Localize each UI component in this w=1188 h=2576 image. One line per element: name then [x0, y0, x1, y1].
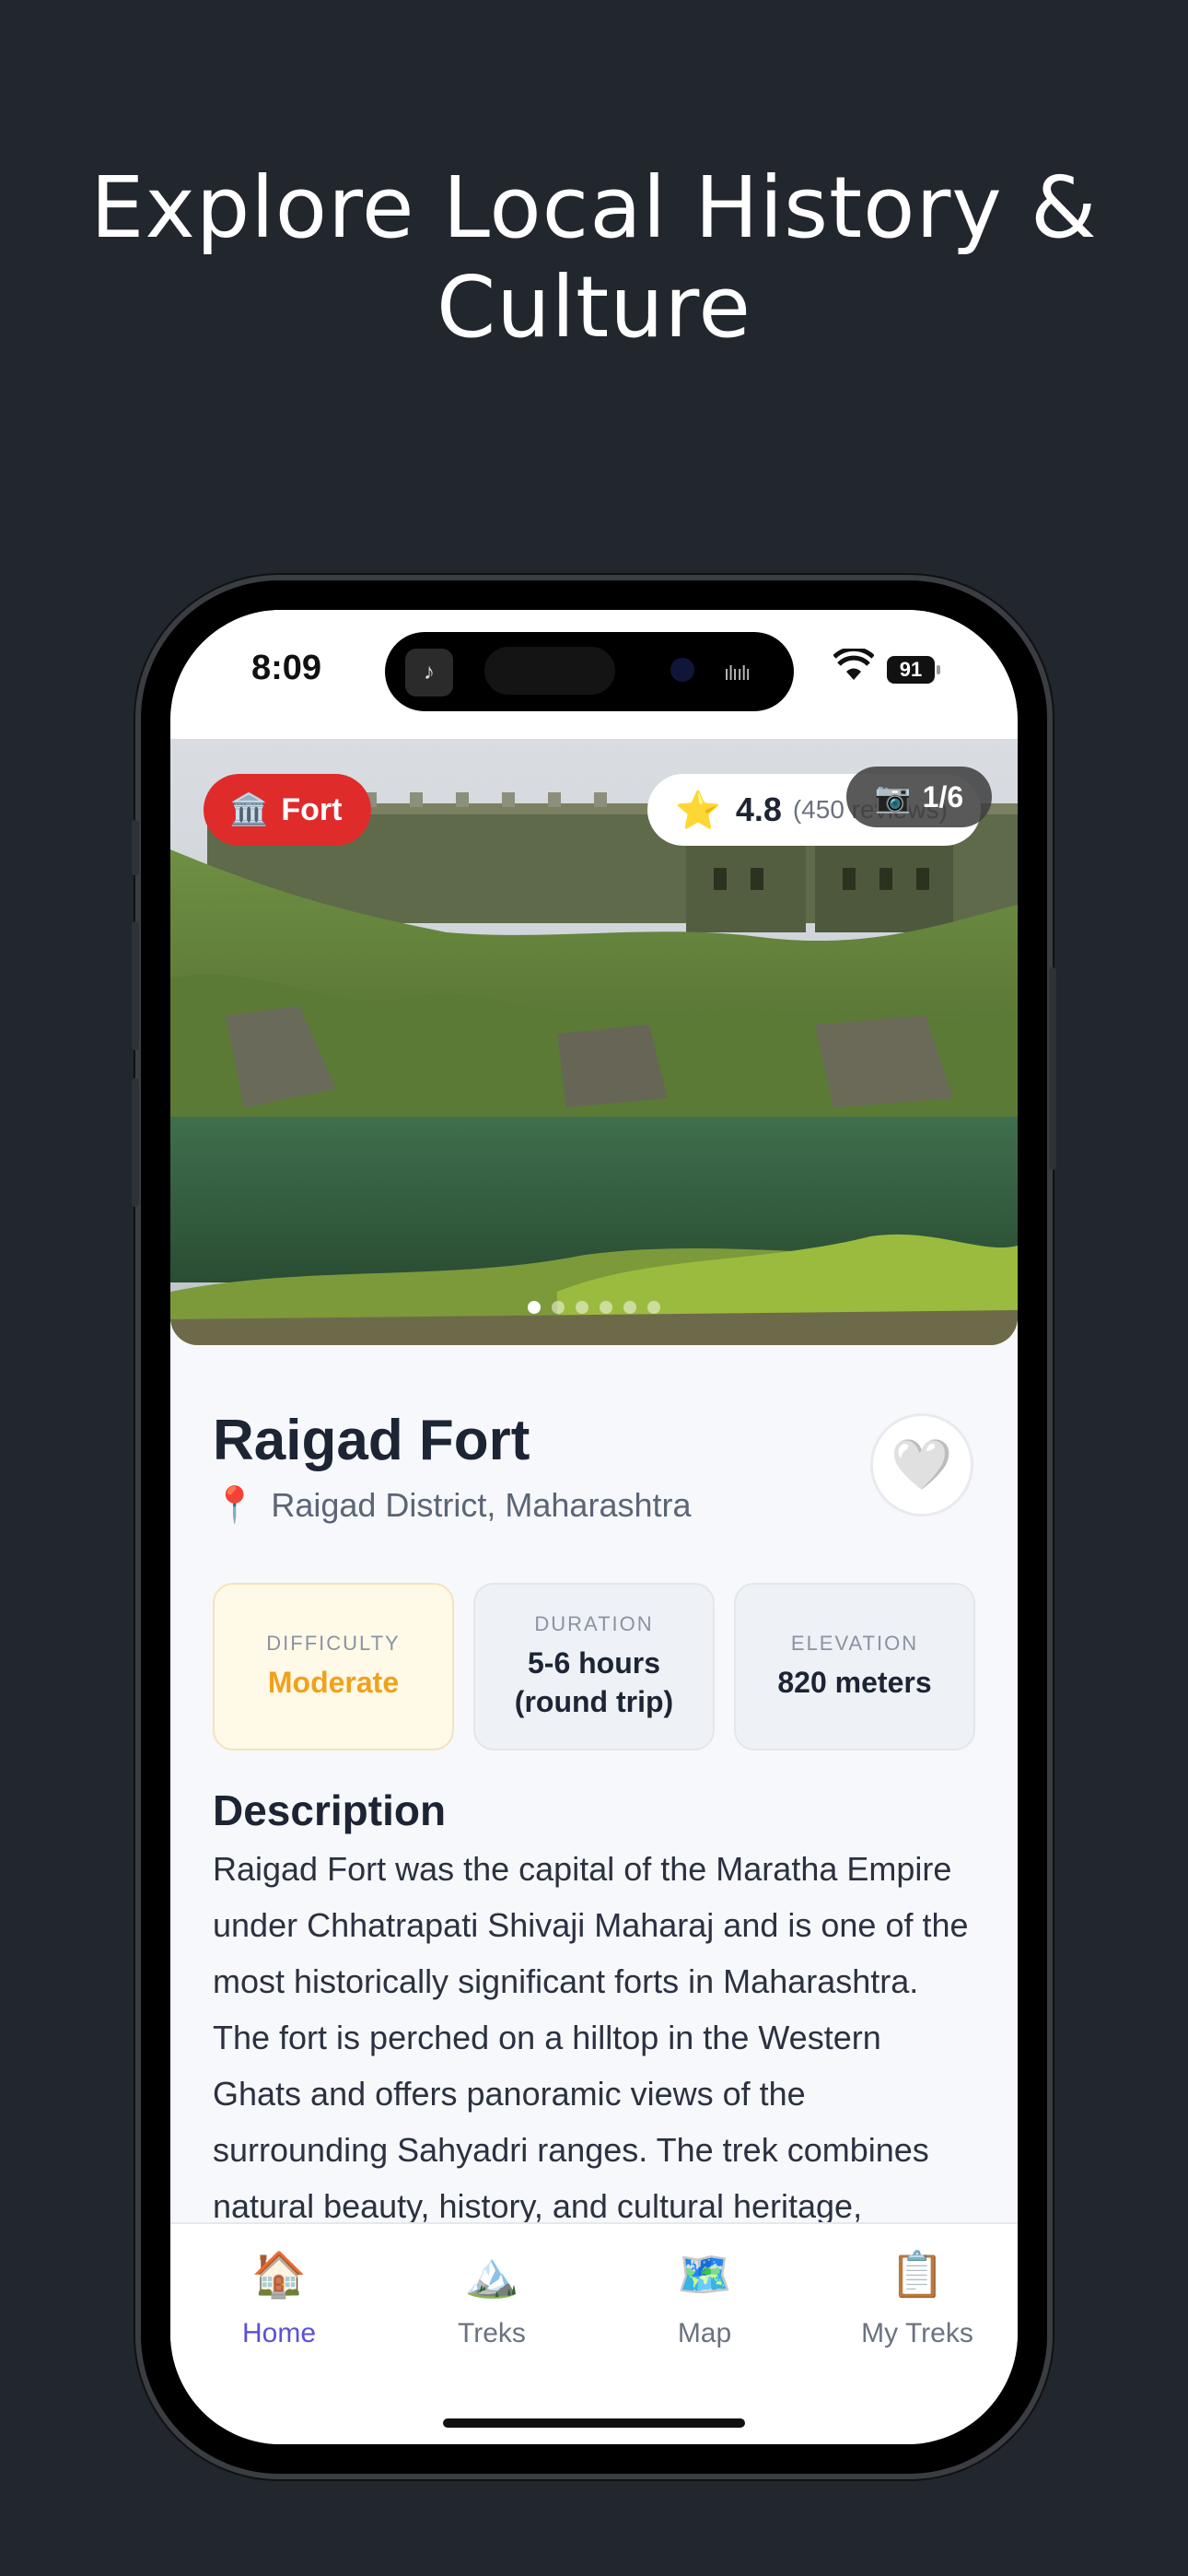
- status-time: 8:09: [251, 649, 322, 687]
- fort-type-label: Fort: [281, 791, 343, 827]
- place-title: Raigad Fort: [213, 1409, 530, 1472]
- home-indicator[interactable]: [443, 2418, 745, 2428]
- pin-icon: 📍: [213, 1486, 257, 1525]
- carousel-dot[interactable]: [576, 1301, 588, 1314]
- home-icon: 🏠: [251, 2251, 307, 2300]
- stat-value: 5-6 hours (round trip): [514, 1646, 674, 1718]
- carousel-dot[interactable]: [623, 1301, 636, 1314]
- carousel-dot[interactable]: [528, 1301, 541, 1314]
- description-text: Raigad Fort was the capital of the Marat…: [213, 1850, 969, 2225]
- stat-value: 820 meters: [777, 1666, 932, 1699]
- duration-card: DURATION 5-6 hours (round trip): [473, 1583, 715, 1751]
- carousel-dot[interactable]: [647, 1301, 660, 1314]
- photo-counter[interactable]: 📷 1/6: [846, 767, 992, 827]
- photo-counter-label: 1/6: [922, 779, 964, 814]
- status-bar: 8:09 ♪ ılıılı 91: [170, 610, 1018, 739]
- location-text: Raigad District, Maharashtra: [271, 1486, 692, 1524]
- app-screen: 8:09 ♪ ılıılı 91 🏛️ Fort ⭐ 4.8 (450 📷 1/…: [170, 610, 1018, 2444]
- power-button: [1049, 967, 1056, 1170]
- camera-icon: 📷: [874, 780, 912, 814]
- stat-label: ELEVATION: [790, 1632, 919, 1655]
- island-pill: [484, 647, 615, 695]
- place-location: 📍 Raigad District, Maharashtra: [213, 1485, 692, 1526]
- map-icon: 🗺️: [677, 2251, 732, 2300]
- stat-label: DURATION: [534, 1612, 654, 1635]
- tab-label: Map: [677, 2318, 732, 2348]
- tab-map[interactable]: 🗺️ Map: [612, 2248, 797, 2349]
- volume-up-button: [132, 921, 139, 1050]
- carousel-dot[interactable]: [552, 1301, 565, 1314]
- carousel-dots: [170, 1301, 1018, 1314]
- description-heading: Description: [213, 1786, 447, 1834]
- battery-icon: 91: [887, 656, 940, 684]
- tab-home[interactable]: 🏠 Home: [187, 2248, 371, 2349]
- carousel-dot[interactable]: [600, 1301, 612, 1314]
- tab-my-treks[interactable]: 📋 My Treks: [825, 2248, 1009, 2349]
- dynamic-island: ♪ ılıılı: [385, 632, 794, 711]
- tab-label: Home: [241, 2318, 317, 2348]
- audio-wave-icon: ılıılı: [724, 662, 751, 685]
- star-icon: ⭐: [675, 790, 721, 831]
- fort-type-badge: 🏛️ Fort: [204, 774, 372, 846]
- hero-photo[interactable]: 🏛️ Fort ⭐ 4.8 (450 reviews) 📷 1/6: [170, 739, 1018, 1345]
- mountain-icon: 🏔️: [464, 2251, 519, 2300]
- rating-value: 4.8: [735, 790, 782, 828]
- tab-bar: 🏠 Home 🏔️ Treks 🗺️ Map 📋 My Treks: [170, 2222, 1018, 2444]
- silent-switch: [132, 820, 139, 875]
- page-headline: Explore Local History & Culture: [90, 158, 1098, 357]
- favorite-button[interactable]: 🤍: [870, 1413, 973, 1516]
- camera-icon: [670, 658, 694, 682]
- tab-label: My Treks: [861, 2318, 973, 2348]
- music-app-icon: ♪: [405, 649, 453, 697]
- stat-label: DIFFICULTY: [266, 1632, 401, 1655]
- heart-icon: 🤍: [891, 1436, 953, 1493]
- tab-treks[interactable]: 🏔️ Treks: [400, 2248, 584, 2349]
- elevation-card: ELEVATION 820 meters: [734, 1583, 975, 1751]
- volume-down-button: [132, 1078, 139, 1207]
- tab-label: Treks: [458, 2318, 526, 2348]
- fort-icon: 🏛️: [229, 792, 269, 827]
- clipboard-icon: 📋: [890, 2251, 945, 2300]
- phone-frame: 8:09 ♪ ılıılı 91 🏛️ Fort ⭐ 4.8 (450 📷 1/…: [132, 580, 1056, 2474]
- stat-value: Moderate: [267, 1666, 400, 1699]
- difficulty-card: DIFFICULTY Moderate: [213, 1583, 454, 1751]
- wifi-icon: [833, 649, 874, 680]
